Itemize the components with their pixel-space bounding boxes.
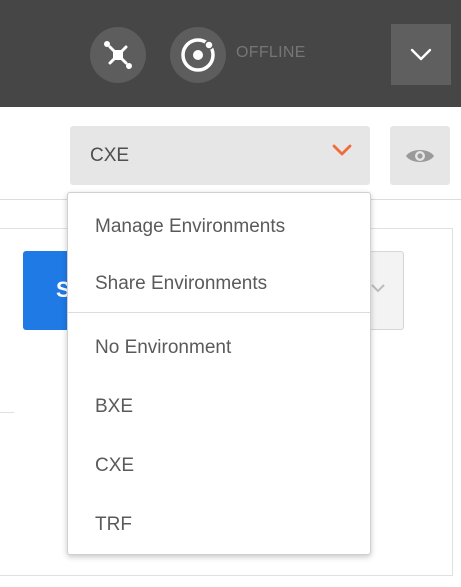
menu-item-bxe[interactable]: BXE xyxy=(68,381,370,433)
chevron-down-icon xyxy=(410,48,432,60)
panel-divider xyxy=(0,412,14,413)
chevron-down-icon xyxy=(332,144,352,156)
environment-toolbar: CXE xyxy=(0,107,461,199)
menu-item-share-environments[interactable]: Share Environments xyxy=(68,258,370,310)
menu-item-label: Manage Environments xyxy=(95,216,286,237)
menu-divider xyxy=(68,312,370,313)
menu-item-no-environment[interactable]: No Environment xyxy=(68,322,370,374)
status-label: OFFLINE xyxy=(236,44,306,61)
menu-item-trf[interactable]: TRF xyxy=(68,499,370,551)
menu-item-label: Share Environments xyxy=(95,273,268,294)
offline-status-button[interactable] xyxy=(170,27,226,83)
sync-button[interactable] xyxy=(90,27,146,83)
environment-selected-value: CXE xyxy=(90,145,130,166)
environment-dropdown-menu: Manage Environments Share Environments N… xyxy=(67,192,371,555)
app-header: OFFLINE xyxy=(0,0,461,107)
menu-item-label: No Environment xyxy=(95,337,232,358)
eye-icon xyxy=(406,149,434,162)
environment-selector[interactable]: CXE xyxy=(70,126,370,185)
satellite-sync-icon xyxy=(104,41,132,69)
header-dropdown-button[interactable] xyxy=(391,24,451,85)
menu-item-label: BXE xyxy=(95,396,134,417)
menu-item-label: TRF xyxy=(95,514,132,535)
menu-item-label: CXE xyxy=(95,455,135,476)
menu-item-cxe[interactable]: CXE xyxy=(68,440,370,492)
orbit-status-icon xyxy=(181,38,215,72)
menu-item-manage-environments[interactable]: Manage Environments xyxy=(68,201,370,253)
environment-quick-look-button[interactable] xyxy=(390,126,450,185)
chevron-down-icon xyxy=(371,284,385,293)
